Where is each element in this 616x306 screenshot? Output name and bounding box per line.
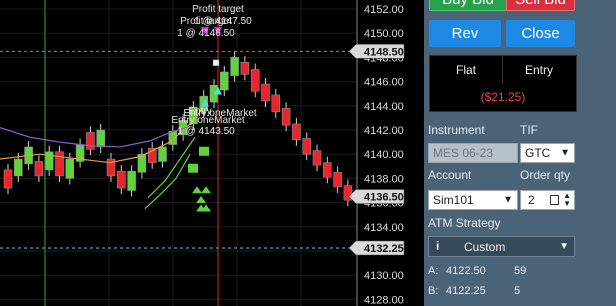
instrument-field[interactable]: MES 06-23: [428, 143, 518, 163]
position-entry: Entry: [524, 63, 553, 77]
position-box: Flat Entry ($21.25): [429, 55, 577, 112]
fill-marker: [199, 146, 209, 156]
price-tick-label: 4140.00: [364, 149, 404, 161]
price-tick-label: 4130.00: [364, 270, 404, 282]
atm-strategy-label: ATM Strategy: [428, 216, 501, 230]
candle: [127, 170, 136, 191]
info-icon[interactable]: i: [436, 239, 439, 253]
ask-size: 59: [514, 265, 527, 277]
qty-spinner-icon[interactable]: ▲ ▼: [563, 192, 571, 208]
candle: [230, 57, 239, 76]
instrument-value: MES 06-23: [433, 146, 494, 160]
vertical-scrollbar[interactable]: [579, 0, 616, 306]
order-qty-value: 2: [528, 193, 535, 207]
price-tick-label: 4144.00: [364, 101, 404, 113]
buy-bid-button[interactable]: Buy Bid: [429, 0, 507, 11]
buy-arrow-icon: [192, 186, 202, 194]
candle: [271, 94, 281, 113]
profit-target-label: Profit target: [192, 4, 244, 15]
candle: [55, 151, 64, 177]
instrument-label: Instrument: [428, 123, 485, 137]
unrealized-pnl: ($21.25): [480, 90, 526, 104]
candle: [281, 107, 291, 126]
candle: [86, 132, 95, 150]
account-label: Account: [428, 168, 472, 182]
ask-label: A:: [428, 265, 439, 277]
buy-arrow-icon: [196, 195, 206, 203]
candle: [302, 138, 311, 155]
candle: [333, 172, 342, 188]
account-value: Sim101: [433, 193, 474, 207]
price-tick-label: 4142.00: [364, 125, 404, 137]
bid-price: 4122.25: [446, 285, 486, 297]
atm-strategy-value: Custom: [464, 240, 506, 254]
stop-price-tag: 4132.25: [364, 243, 404, 255]
ask-row: A: 4122.50 59: [428, 265, 578, 281]
chart-canvas[interactable]: 4152.004150.004148.004146.004144.004142.…: [0, 0, 424, 306]
profit-target-price: 1 @ 4146.50: [177, 28, 235, 39]
profit-target-price: 1 @ 4147.50: [194, 16, 252, 27]
calculator-icon[interactable]: [550, 195, 559, 205]
price-tick-label: 4150.00: [364, 28, 404, 40]
buy-arrow-icon: [201, 186, 211, 194]
candle: [312, 150, 322, 166]
price-chart[interactable]: 4152.004150.004148.004146.004144.004142.…: [0, 0, 424, 306]
chevron-down-icon: ▼: [503, 194, 513, 206]
candle: [240, 61, 250, 75]
atm-strategy-select[interactable]: i Custom ▼: [428, 236, 575, 257]
entry-label: Entry oneMarket: [171, 115, 245, 126]
chevron-down-icon: ▼: [559, 241, 569, 252]
candle: [261, 83, 270, 102]
chevron-down-icon: ▼: [560, 147, 570, 159]
sell-bid-button[interactable]: Sell Bid: [506, 0, 575, 11]
tif-label: TIF: [520, 123, 538, 137]
price-tick-label: 4152.00: [364, 4, 404, 16]
position-status: Flat: [455, 63, 476, 77]
account-select[interactable]: Sim101 ▼: [428, 190, 518, 210]
order-qty-label: Order qty: [520, 168, 571, 182]
reverse-button[interactable]: Rev: [429, 20, 501, 47]
price-tick-label: 4128.00: [364, 294, 404, 306]
candle: [323, 162, 332, 178]
candle: [96, 129, 105, 148]
bid-size: 5: [514, 285, 521, 297]
candle: [34, 161, 44, 177]
bid-row: B: 4122.25 5: [428, 285, 578, 301]
price-tick-label: 4138.00: [364, 173, 404, 185]
order-qty-input[interactable]: 2 ▲ ▼: [520, 190, 575, 210]
candle: [250, 69, 260, 92]
tif-select[interactable]: GTC ▼: [520, 143, 575, 163]
profit-target-price-tag: 4148.50: [364, 46, 404, 58]
candle: [292, 123, 301, 140]
candle: [220, 71, 229, 91]
price-tick-label: 4134.00: [364, 222, 404, 234]
tif-value: GTC: [525, 146, 551, 160]
order-marker: [212, 59, 220, 67]
candle: [14, 158, 23, 177]
fill-marker: [188, 163, 198, 173]
candle: [158, 146, 167, 162]
entry-price: 1 @ 4143.50: [177, 126, 235, 137]
close-position-button[interactable]: Close: [506, 20, 575, 47]
chart-trader-panel: Buy Bid Sell Bid Rev Close Flat Entry ($…: [424, 0, 616, 306]
bid-label: B:: [428, 285, 439, 297]
last-price-tag: 4136.50: [364, 192, 404, 204]
candle: [65, 158, 75, 179]
signal-line: [147, 136, 196, 199]
candle: [117, 170, 126, 189]
price-tick-label: 4146.00: [364, 77, 404, 89]
candle: [3, 169, 13, 189]
ask-price: 4122.50: [446, 265, 486, 277]
